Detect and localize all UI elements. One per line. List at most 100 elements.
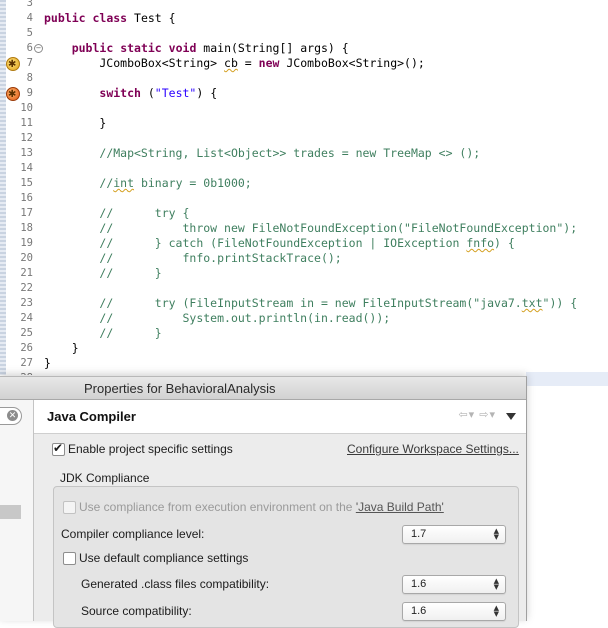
code-line[interactable]: 8 [0,71,608,86]
page-header: Java Compiler ⇦▾ ⇨▾ [34,400,526,434]
code-text[interactable]: // try { [44,206,189,221]
generated-class-compat-label: Generated .class files compatibility: [81,577,270,591]
code-line[interactable]: 18 // throw new FileNotFoundException("F… [0,221,608,236]
dialog-titlebar[interactable]: Properties for BehavioralAnalysis [0,377,526,400]
select-arrows-icon: ▲ ▼ [493,604,499,618]
code-line[interactable]: 7 JComboBox<String> cb = new JComboBox<S… [0,56,608,72]
source-compat-label: Source compatibility: [81,604,192,618]
line-number: 3 [26,0,33,9]
select-arrows-icon: ▲ ▼ [493,577,499,591]
code-line[interactable]: 25 // } [0,326,608,341]
line-number: 12 [20,132,33,144]
source-compat-select[interactable]: 1.6 ▲ ▼ [402,602,506,621]
generated-class-compat-value: 1.6 [411,578,427,590]
code-line[interactable]: 27} [0,356,608,371]
jdk-compliance-legend: JDK Compliance [60,471,150,485]
code-line[interactable]: 13 //Map<String, List<Object>> trades = … [0,146,608,161]
code-line[interactable]: 26 } [0,341,608,356]
line-number: 14 [20,162,33,174]
code-text[interactable]: // } [44,266,161,281]
code-text[interactable]: //Map<String, List<Object>> trades = new… [44,146,480,161]
warning-marker-icon[interactable] [6,57,20,72]
enable-project-settings-checkbox[interactable] [52,441,65,456]
code-text[interactable]: // } catch (FileNotFoundException | IOEx… [44,236,514,251]
line-number: 13 [20,147,33,159]
page-title: Java Compiler [47,409,136,424]
back-arrow-icon[interactable]: ⇦▾ [458,409,475,421]
code-line[interactable]: 16 [0,191,608,206]
code-text[interactable]: } [44,356,51,371]
code-text[interactable]: // try (FileInputStream in = new FileInp… [44,296,577,311]
line-number: 19 [20,237,33,249]
use-env-compliance-checkbox[interactable] [63,501,76,514]
error-marker-icon[interactable] [6,87,20,102]
enable-project-settings-label: Enable project specific settings [68,442,233,456]
code-line[interactable]: 28 [0,371,608,375]
fold-collapse-icon[interactable]: − [34,44,43,53]
properties-dialog: Properties for BehavioralAnalysis ✕ Java… [0,376,527,628]
compliance-level-label: Compiler compliance level: [61,527,205,541]
line-number: 21 [20,267,33,279]
code-line[interactable]: 23 // try (FileInputStream in = new File… [0,296,608,311]
code-line[interactable]: 15 //int binary = 0b1000; [0,176,608,191]
code-line[interactable]: 21 // } [0,266,608,281]
dialog-title: Properties for BehavioralAnalysis [84,381,276,396]
forward-arrow-icon[interactable]: ⇨▾ [479,409,496,421]
code-line[interactable]: 12 [0,131,608,146]
compliance-level-select[interactable]: 1.7 ▲ ▼ [402,525,506,544]
code-text[interactable]: public class Test { [44,11,176,26]
configure-workspace-link[interactable]: Configure Workspace Settings... [347,442,519,456]
clear-filter-icon[interactable]: ✕ [7,410,18,421]
code-line[interactable]: 20 // fnfo.printStackTrace(); [0,251,608,266]
code-line[interactable]: 6− public static void main(String[] args… [0,41,608,56]
use-env-compliance-label: Use compliance from execution environmen… [79,500,444,514]
menu-dropdown-icon[interactable] [506,413,516,420]
line-number: 11 [20,117,33,129]
code-text[interactable]: // throw new FileNotFoundException("File… [44,221,577,236]
line-number: 24 [20,312,33,324]
filter-field[interactable]: ✕ [0,407,22,425]
code-line[interactable]: 19 // } catch (FileNotFoundException | I… [0,236,608,251]
line-number: 6 [26,42,33,54]
java-build-path-link[interactable]: 'Java Build Path' [356,500,444,514]
generated-class-compat-select[interactable]: 1.6 ▲ ▼ [402,575,506,594]
jdk-compliance-group: JDK Compliance Use compliance from execu… [47,464,519,628]
code-line[interactable]: 4 public class Test { [0,11,608,26]
line-number: 27 [20,357,33,369]
line-number: 4 [26,12,33,24]
editor-highlight-strip [526,372,608,386]
line-number: 18 [20,222,33,234]
tree-selection[interactable] [0,505,21,519]
line-number: 8 [26,72,33,84]
source-compat-value: 1.6 [411,605,427,617]
code-text[interactable]: } [44,116,106,131]
code-line[interactable]: 11 } [0,116,608,131]
code-line[interactable]: 5 [0,26,608,41]
code-editor[interactable]: 3 4 public class Test { 5 6− public static v… [0,0,608,375]
code-line[interactable]: 24 // System.out.println(in.read()); [0,311,608,326]
line-number: 15 [20,177,33,189]
code-line[interactable]: 9 switch ("Test") { [0,86,608,102]
nav-arrows: ⇦▾ ⇨▾ [458,408,496,421]
line-number: 5 [26,27,33,39]
property-page-tree[interactable]: ✕ [0,400,34,621]
code-text[interactable]: // fnfo.printStackTrace(); [44,251,341,266]
code-line[interactable]: 3 [0,0,608,11]
code-line[interactable]: 10 [0,101,608,116]
code-text[interactable]: } [44,341,79,356]
code-text[interactable]: // } [44,326,161,341]
code-line[interactable]: 14 [0,161,608,176]
jdk-compliance-box: Use compliance from execution environmen… [53,486,519,628]
code-text[interactable]: JComboBox<String> cb = new JComboBox<Str… [44,56,424,71]
code-line[interactable]: 22 [0,281,608,296]
line-number: 17 [20,207,33,219]
line-number: 22 [20,282,33,294]
code-text[interactable]: // System.out.println(in.read()); [44,311,390,326]
code-line[interactable]: 17 // try { [0,206,608,221]
line-number: 23 [20,297,33,309]
code-text[interactable]: switch ("Test") { [44,86,217,101]
line-number: 28 [0,371,33,375]
use-default-compliance-checkbox[interactable] [63,552,76,565]
code-text[interactable]: //int binary = 0b1000; [44,176,251,191]
code-text[interactable]: public static void main(String[] args) { [44,41,349,56]
